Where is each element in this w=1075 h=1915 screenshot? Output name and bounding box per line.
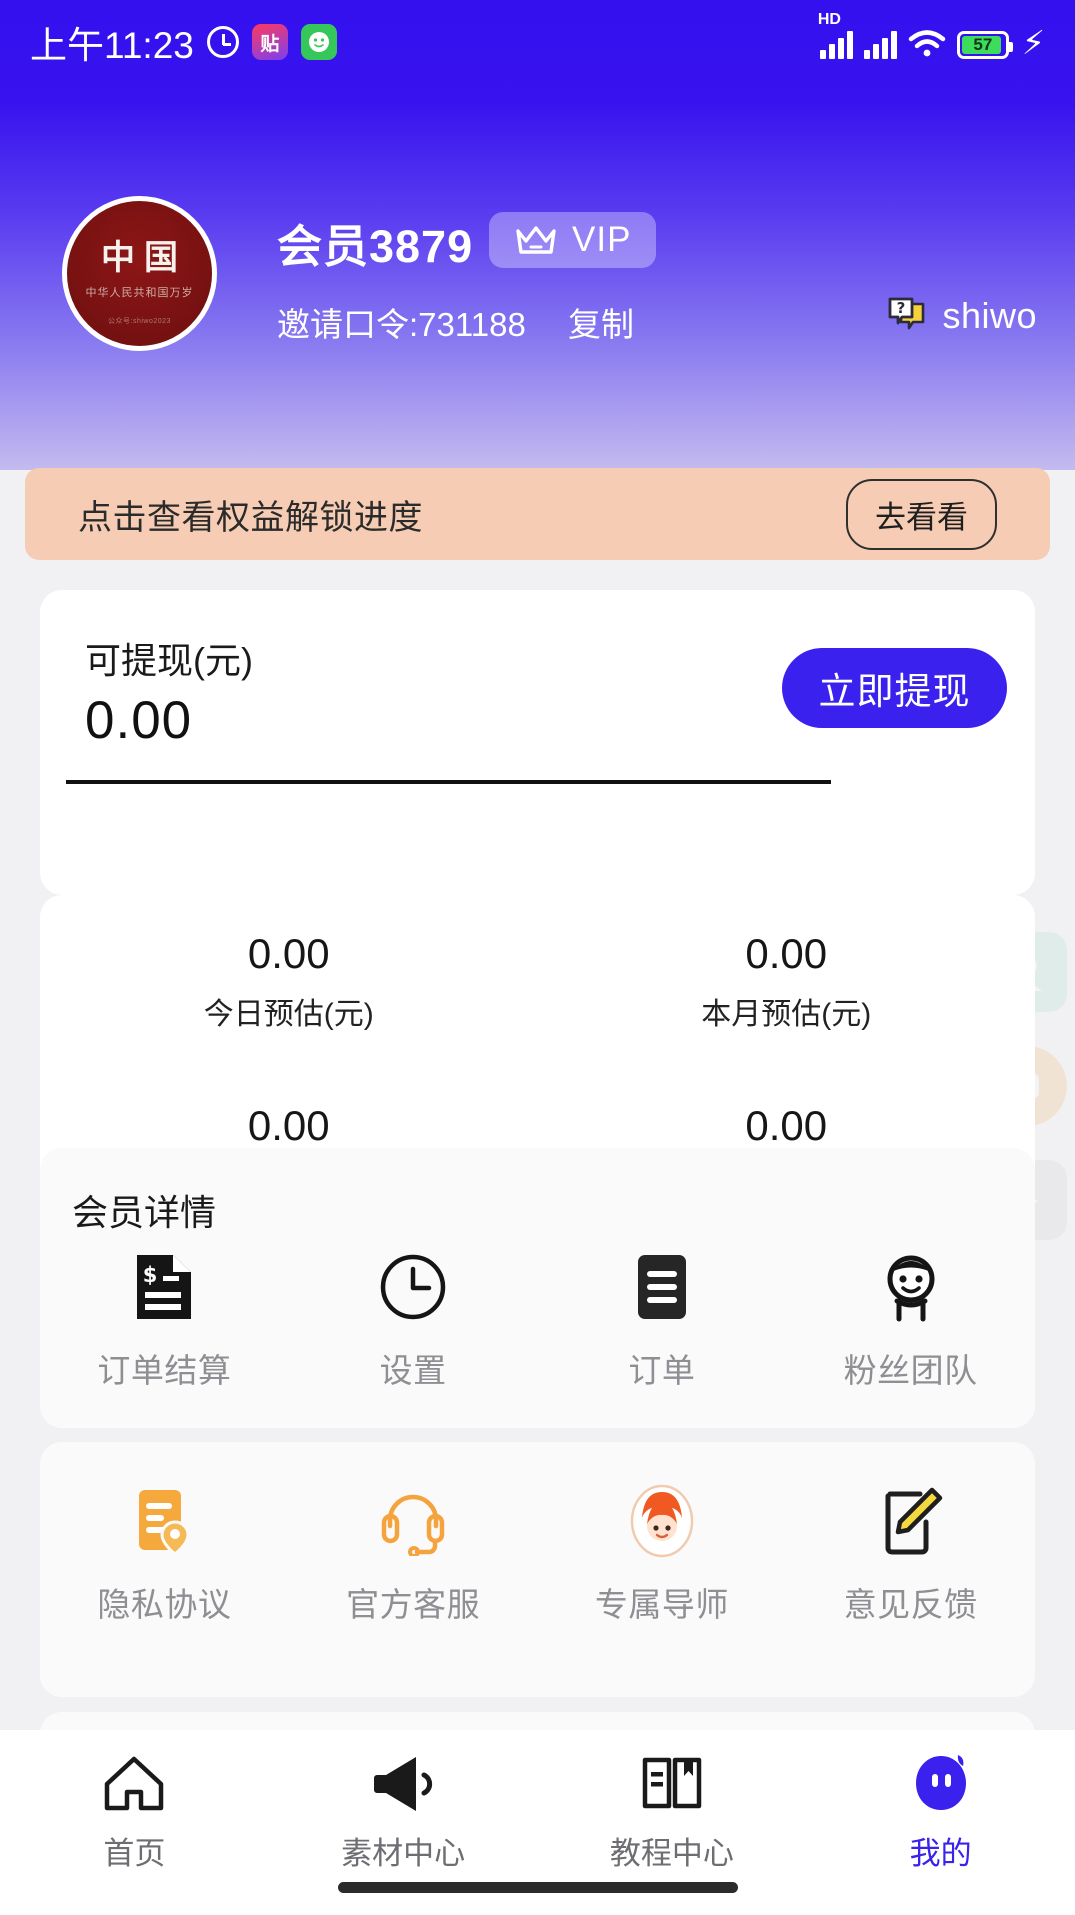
hero-gradient-header: 上午11:23 贴 HD 57 [0, 0, 1075, 470]
app-icon-red: 贴 [252, 24, 288, 60]
stat-value: 0.00 [248, 930, 330, 978]
invite-code: 邀请口令:731188 [277, 298, 526, 346]
service-menu-grid: 隐私协议 官方客服 [40, 1484, 1035, 1626]
list-icon [625, 1250, 699, 1324]
profile-blob-icon [908, 1752, 974, 1814]
stat-value: 0.00 [745, 1102, 827, 1150]
menu-item-orders[interactable]: 订单 [538, 1250, 787, 1392]
nav-label: 教程中心 [610, 1828, 734, 1873]
clock-icon [376, 1250, 450, 1324]
service-menu-card: 隐私协议 官方客服 [40, 1442, 1035, 1697]
menu-item-official-support[interactable]: 官方客服 [289, 1484, 538, 1626]
charging-bolt-icon: ⚡ [1022, 26, 1045, 59]
banner-text: 点击查看权益解锁进度 [78, 490, 423, 539]
book-icon [639, 1752, 705, 1814]
battery-percent: 57 [973, 35, 992, 55]
brand-badge[interactable]: ? shiwo [885, 294, 1037, 338]
withdraw-label: 可提现(元) [85, 632, 253, 684]
stat-cell[interactable]: 0.00 本月预估(元) [538, 895, 1036, 1068]
menu-label: 意见反馈 [844, 1578, 978, 1626]
status-bar-right: HD 57 ⚡ [820, 26, 1045, 59]
withdraw-now-button[interactable]: 立即提现 [782, 648, 1007, 728]
menu-label: 隐私协议 [97, 1578, 231, 1626]
menu-item-feedback[interactable]: 意见反馈 [786, 1484, 1035, 1626]
stat-label: 今日预估(元) [204, 989, 374, 1033]
crown-icon [514, 223, 558, 257]
withdraw-amount: 0.00 [85, 690, 192, 751]
app-icon-green [301, 24, 337, 60]
withdraw-card: 可提现(元) 0.00 立即提现 [40, 590, 1035, 895]
invoice-icon: $ [127, 1250, 201, 1324]
mentor-avatar-icon [625, 1484, 699, 1558]
stat-cell[interactable]: 0.00 今日预估(元) [40, 895, 538, 1068]
stat-value: 0.00 [745, 930, 827, 978]
nav-item-home[interactable]: 首页 [0, 1752, 269, 1873]
vip-label: VIP [572, 220, 631, 260]
nav-item-tutorial-center[interactable]: 教程中心 [538, 1752, 807, 1873]
stat-value: 0.00 [248, 1102, 330, 1150]
withdraw-divider [66, 780, 831, 784]
nav-item-mine[interactable]: 我的 [806, 1752, 1075, 1873]
battery-icon: 57 [957, 31, 1009, 59]
menu-item-exclusive-mentor[interactable]: 专属导师 [538, 1484, 787, 1626]
avatar-sub-text: 中华人民共和国万岁 [86, 284, 194, 300]
svg-text:?: ? [897, 299, 906, 317]
avatar-tiny-text: 公众号:shiwo2023 [108, 316, 171, 326]
question-chat-icon: ? [885, 294, 929, 338]
rights-progress-banner[interactable]: 点击查看权益解锁进度 去看看 [25, 468, 1050, 560]
status-bar-left: 上午11:23 贴 [30, 15, 337, 69]
copy-button[interactable]: 复制 [568, 298, 634, 346]
menu-item-privacy-policy[interactable]: 隐私协议 [40, 1484, 289, 1626]
nav-label: 我的 [910, 1828, 972, 1873]
member-details-grid: $ 订单结算 设置 [40, 1250, 1035, 1392]
stat-label: 本月预估(元) [701, 989, 871, 1033]
status-bar-time: 上午11:23 [30, 15, 194, 69]
document-pin-icon [127, 1484, 201, 1558]
status-bar: 上午11:23 贴 HD 57 [0, 0, 1075, 84]
signal-icon [864, 29, 897, 59]
menu-label: 设置 [380, 1344, 447, 1392]
menu-label: 订单结算 [97, 1344, 231, 1392]
wifi-icon [908, 29, 946, 59]
hd-label: HD [818, 11, 841, 29]
person-icon [874, 1250, 948, 1324]
menu-label: 订单 [628, 1344, 695, 1392]
home-icon [101, 1752, 167, 1814]
alarm-icon [207, 26, 239, 58]
menu-item-order-settlement[interactable]: $ 订单结算 [40, 1250, 289, 1392]
nav-item-material-center[interactable]: 素材中心 [269, 1752, 538, 1873]
nav-label: 素材中心 [341, 1828, 465, 1873]
menu-item-fan-team[interactable]: 粉丝团队 [786, 1250, 1035, 1392]
profile-header: 中国 中华人民共和国万岁 公众号:shiwo2023 会员3879 VIP 邀请… [0, 190, 1075, 370]
avatar-main-text: 中国 [92, 230, 187, 279]
svg-text:$: $ [143, 1263, 158, 1287]
go-look-button[interactable]: 去看看 [846, 479, 997, 550]
menu-label: 官方客服 [346, 1578, 480, 1626]
home-indicator[interactable] [338, 1882, 738, 1893]
nav-label: 首页 [103, 1828, 165, 1873]
vip-badge[interactable]: VIP [489, 212, 656, 268]
menu-label: 专属导师 [595, 1578, 729, 1626]
megaphone-icon [370, 1752, 436, 1814]
headset-icon [376, 1484, 450, 1558]
signal-hd-icon: HD [820, 29, 853, 59]
member-details-card: 会员详情 $ 订单结算 设置 [40, 1148, 1035, 1428]
bottom-navigation-bar: 首页 素材中心 教程中心 [0, 1730, 1075, 1915]
member-details-title: 会员详情 [72, 1184, 216, 1236]
avatar[interactable]: 中国 中华人民共和国万岁 公众号:shiwo2023 [62, 196, 217, 351]
menu-item-settings[interactable]: 设置 [289, 1250, 538, 1392]
edit-pencil-icon [874, 1484, 948, 1558]
brand-label: shiwo [942, 295, 1037, 337]
menu-label: 粉丝团队 [844, 1344, 978, 1392]
username: 会员3879 [277, 210, 473, 275]
